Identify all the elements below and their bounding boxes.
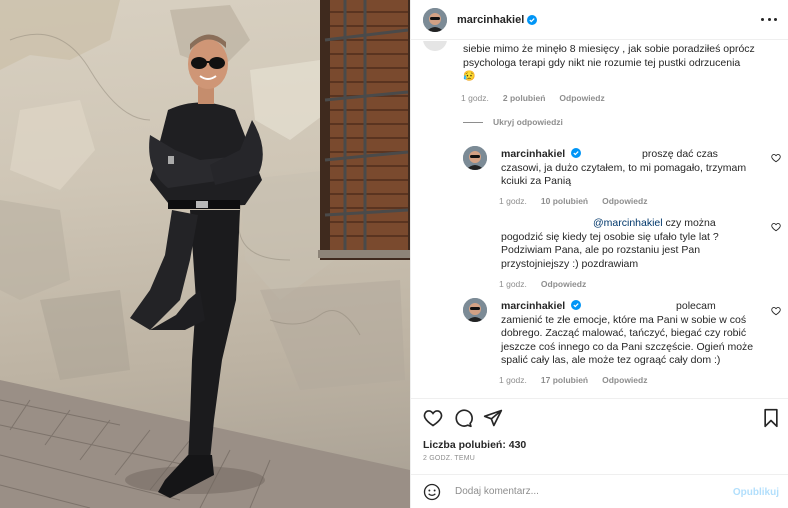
comment-line: psychologa terapi gdy nikt nie rozumie t… [463, 56, 741, 69]
reply-line: polecam [676, 300, 716, 312]
comment-likes-count[interactable]: 17 polubień [541, 375, 588, 385]
reply-line: czasowi, ja dużo czytałem, to mi pomagał… [501, 161, 747, 174]
comment-time: 1 godz. [461, 93, 489, 103]
like-comment-heart-icon[interactable] [771, 222, 781, 232]
verified-badge-icon [571, 148, 582, 158]
verified-badge-icon [571, 300, 582, 310]
share-icon[interactable] [483, 408, 503, 428]
comment-icon[interactable] [453, 408, 473, 428]
reply-meta: 1 godz. 10 polubień Odpowiedz [499, 196, 647, 206]
photo-illustration [0, 0, 410, 508]
reply-line: Podziwiam Pana, ale po rozstaniu jest Pa… [501, 244, 701, 256]
sad-emoji: 😥 [463, 71, 476, 82]
reply-button[interactable]: Odpowiedz [602, 375, 647, 385]
reply-avatar[interactable] [463, 298, 487, 322]
reply-line: dobrego. Zacząć malować, tańczyć, biegać… [501, 327, 747, 339]
comment-likes-count[interactable]: 10 polubień [541, 196, 588, 206]
hide-replies-label: Ukryj odpowiedzi [493, 117, 563, 127]
author-avatar[interactable] [423, 7, 447, 32]
reply-text: marcinhakiel proszę dać czas czasowi, ja… [501, 148, 771, 189]
comment-time: 1 godz. [499, 375, 527, 385]
more-options-icon[interactable] [761, 12, 777, 26]
post-side-panel: marcinhakiel siebie mimo że minęło 8 mie… [410, 0, 788, 508]
reply-button[interactable]: Odpowiedz [559, 93, 604, 103]
avatar-image [463, 298, 487, 322]
reply-username[interactable]: marcinhakiel [501, 148, 565, 160]
reply-button[interactable]: Odpowiedz [602, 196, 647, 206]
reply-button[interactable]: Odpowiedz [541, 279, 586, 289]
post-actions: Liczba polubień: 430 2 GODZ. TEMU [411, 398, 788, 476]
reply-line: zamienić te złe emocje, które ma Pani w … [501, 313, 747, 326]
publish-button[interactable]: Opublikuj [733, 487, 779, 498]
comment-line: siebie mimo że minęło 8 miesięcy , jak s… [463, 43, 755, 55]
reply-line: czy można [665, 217, 716, 229]
reply-line: pogodzić się kiedy tej osobie się ufało … [501, 230, 719, 243]
heart-icon[interactable] [423, 408, 443, 428]
post-time-ago: 2 GODZ. TEMU [423, 455, 476, 462]
divider-line [463, 121, 483, 123]
post-photo [0, 0, 410, 508]
reply-meta: 1 godz. Odpowiedz [499, 279, 586, 289]
likes-count[interactable]: Liczba polubień: 430 [423, 439, 526, 451]
emoji-icon[interactable] [423, 483, 441, 501]
like-comment-heart-icon[interactable] [771, 153, 781, 163]
comments-list: siebie mimo że minęło 8 miesięcy , jak s… [411, 41, 788, 397]
add-comment-bar: Opublikuj [411, 474, 788, 508]
avatar-image [423, 7, 447, 32]
commenter-avatar[interactable] [423, 41, 447, 51]
reply-line: proszę dać czas [642, 148, 718, 160]
verified-badge-icon [527, 14, 538, 25]
reply-username[interactable]: marcinhakiel [501, 300, 565, 312]
avatar-image [463, 146, 487, 170]
top-comment-meta: 1 godz. 2 polubień Odpowiedz [461, 93, 605, 103]
comment-likes-count[interactable]: 2 polubień [503, 93, 546, 103]
reply-line: przystojniejszy :) pozdrawiam [501, 257, 639, 270]
comment-time: 1 godz. [499, 279, 527, 289]
reply-line: spalić cały las, ale może tez ograąć cał… [501, 354, 721, 366]
reply-mention-link[interactable]: @marcinhakiel [593, 217, 663, 229]
comment-time: 1 godz. [499, 196, 527, 206]
hide-replies-button[interactable]: Ukryj odpowiedzi [463, 117, 563, 127]
reply-text: @marcinhakiel czy można pogodzić się kie… [501, 217, 771, 271]
comment-input[interactable] [455, 486, 705, 497]
reply-text: marcinhakiel polecam zamienić te złe emo… [501, 300, 771, 368]
reply-meta: 1 godz. 17 polubień Odpowiedz [499, 375, 647, 385]
like-comment-heart-icon[interactable] [771, 306, 781, 316]
bookmark-icon[interactable] [761, 408, 781, 428]
post-header: marcinhakiel [411, 0, 788, 40]
reply-line: jeszcze coś innego co da Pani szczęście.… [501, 340, 754, 353]
reply-avatar[interactable] [463, 146, 487, 170]
top-comment-text: siebie mimo że minęło 8 miesięcy , jak s… [463, 43, 773, 84]
reply-line: kciuki za Panią [501, 175, 572, 187]
author-username[interactable]: marcinhakiel [457, 14, 524, 26]
